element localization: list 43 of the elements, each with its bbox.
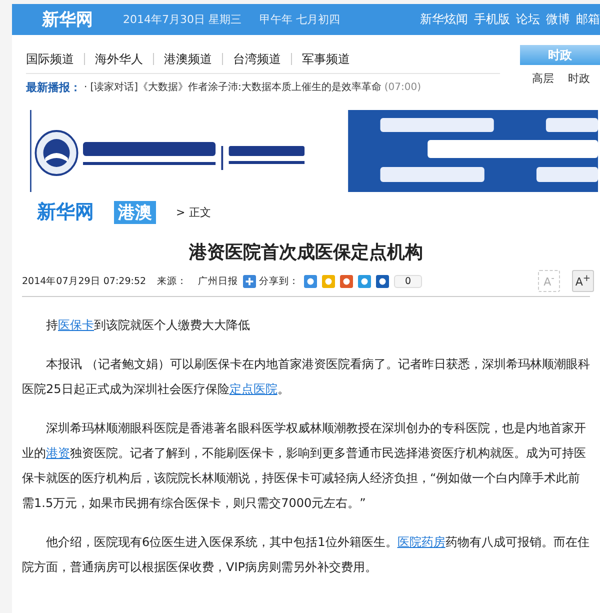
top-link[interactable]: 手机版 xyxy=(474,11,510,28)
article-paragraph: 深圳希玛林顺潮眼科医院是香港著名眼科医学权威林顺潮教授在深圳创办的专科医院，也是内地首家开业的港资独资医院。记者了解到，不能刷医保卡，影响到更多普通市民选择港资医疗机构就医。成为可持医保卡就医的医疗机构后，该院院长林顺潮说，持医保卡可减轻病人经济负担，“例如做一个白内障手术此前需1.5万元，如果市民拥有综合医保卡，则只需交7000元左右。” xyxy=(21,420,587,512)
top-link[interactable]: 论坛 xyxy=(516,11,540,28)
lunar-date-text: 甲午年 七月初四 xyxy=(260,12,340,27)
top-link[interactable]: 微博 xyxy=(546,11,570,28)
site-logo[interactable]: 新华网 xyxy=(42,8,93,31)
breadcrumb-text: 正文 xyxy=(189,204,212,220)
article-link[interactable]: 医保卡 xyxy=(58,318,94,332)
top-link[interactable]: 邮箱 xyxy=(576,11,600,28)
channel-link[interactable]: 军事频道 xyxy=(302,50,350,68)
article-title: 港资医院首次成医保定点机构 xyxy=(188,241,424,265)
channel-link[interactable]: 海外华人 xyxy=(95,50,143,68)
source-text: 广州日报 xyxy=(198,274,238,288)
font-size-button[interactable]: A$^{+}$ xyxy=(572,270,594,292)
news-time: (07:00) xyxy=(384,82,421,92)
article-link[interactable]: 定点医院 xyxy=(229,382,278,396)
publish-time: 2014年07月29日 07:29:52 xyxy=(22,274,146,288)
share-icon[interactable] xyxy=(376,274,390,288)
channel-logo[interactable]: 港澳 xyxy=(114,200,156,224)
share-icon[interactable] xyxy=(304,274,318,288)
share-label: 分享到： xyxy=(259,274,300,288)
top-link[interactable]: 新华炫闻 xyxy=(420,11,468,28)
side-link[interactable]: 高层 xyxy=(532,70,554,86)
channel-link[interactable]: 台湾频道 xyxy=(233,50,281,68)
breaking-label: 最新播报： xyxy=(26,80,81,94)
site-logo[interactable]: 新华网 xyxy=(37,199,94,225)
plus-icon[interactable] xyxy=(243,274,256,288)
date-text: 2014年7月30日 星期三 xyxy=(123,12,242,27)
share-icon[interactable] xyxy=(358,274,372,288)
article-paragraph: 本报讯 （记者鲍文娟）可以刷医保卡在内地首家港资医院看病了。记者昨日获悉，深圳希玛林顺潮眼科医院25日起正式成为深圳社会医疗保险定点医院。 xyxy=(21,356,591,398)
breadcrumb-separator: > xyxy=(176,206,186,218)
channel-link[interactable]: 国际频道 xyxy=(26,50,74,68)
bullet-text: · xyxy=(84,82,88,92)
news-link[interactable]: [读家对话]《大数据》作者涂子沛:大数据本质上催生的是效率革命 xyxy=(90,80,382,94)
source-label: 来源： xyxy=(157,274,188,288)
article-link[interactable]: 医院药房 xyxy=(397,535,446,549)
article-paragraph: 他介绍，医院现有6位医生进入医保系统，其中包括1位外籍医生。医院药房药物有八成可报销。而在住院方面，普通病房可以根据医保收费，VIP病房则需另外补交费用。 xyxy=(21,534,590,576)
share-count: 0 xyxy=(394,274,422,288)
article-link[interactable]: 港资 xyxy=(46,446,70,460)
side-link[interactable]: 时政 xyxy=(568,70,590,86)
share-icon[interactable] xyxy=(340,274,354,288)
article-paragraph: 持医保卡到该院就医个人缴费大大降低 xyxy=(45,317,251,334)
channel-link[interactable]: 港澳频道 xyxy=(164,50,212,68)
